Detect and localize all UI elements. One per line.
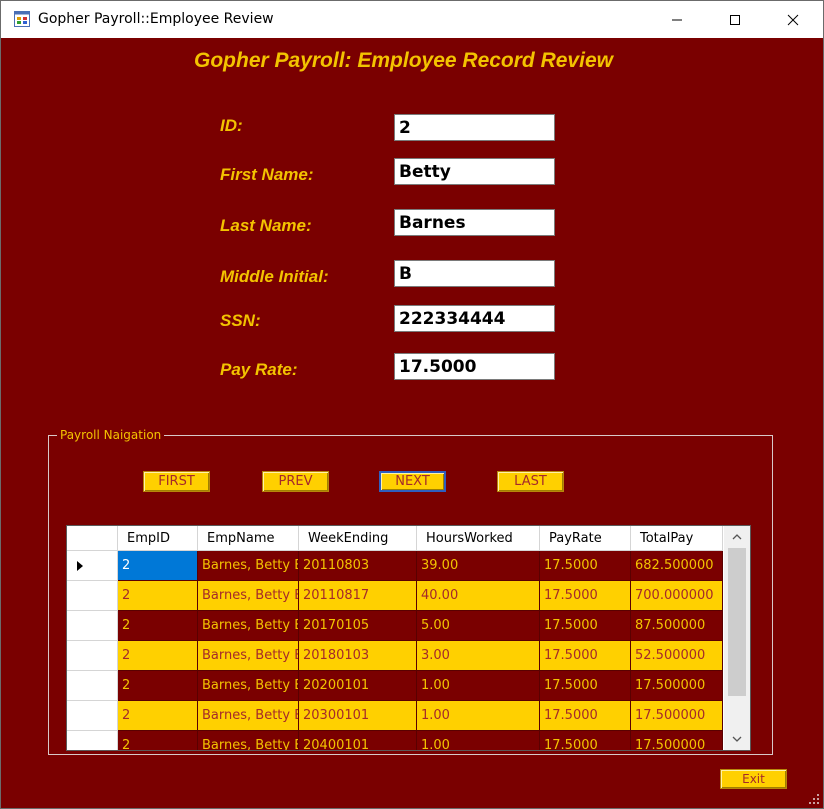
cell-empid[interactable]: 2 — [118, 701, 198, 731]
chevron-up-icon — [732, 534, 742, 540]
row-header[interactable] — [67, 581, 118, 611]
cell-payrate[interactable]: 17.5000 — [540, 641, 631, 671]
cell-hoursworked[interactable]: 1.00 — [417, 731, 540, 750]
form-client-area: Gopher Payroll: Employee Record Review I… — [1, 38, 823, 808]
cell-empname[interactable]: Barnes, Betty B — [198, 551, 299, 581]
cell-empid[interactable]: 2 — [118, 611, 198, 641]
cell-weekending[interactable]: 20200101 — [299, 671, 417, 701]
cell-totalpay[interactable]: 17.500000 — [631, 731, 723, 750]
form-heading: Gopher Payroll: Employee Record Review — [194, 49, 613, 72]
cell-totalpay[interactable]: 17.500000 — [631, 671, 723, 701]
row-header[interactable] — [67, 701, 118, 731]
resize-grip-icon[interactable] — [807, 792, 821, 806]
cell-empid[interactable]: 2 — [118, 551, 198, 581]
last-button[interactable]: LAST — [497, 471, 564, 492]
middle-initial-label: Middle Initial: — [220, 267, 329, 286]
cell-empid[interactable]: 2 — [118, 581, 198, 611]
column-header-totalpay[interactable]: TotalPay — [631, 526, 723, 551]
cell-hoursworked[interactable]: 40.00 — [417, 581, 540, 611]
first-name-label: First Name: — [220, 165, 314, 184]
chevron-down-icon — [732, 736, 742, 742]
cell-payrate[interactable]: 17.5000 — [540, 701, 631, 731]
minimize-icon — [672, 19, 682, 20]
close-button[interactable] — [764, 1, 822, 38]
scroll-up-button[interactable] — [724, 526, 750, 548]
column-header-empid[interactable]: EmpID — [118, 526, 198, 551]
cell-payrate[interactable]: 17.5000 — [540, 551, 631, 581]
pay-rate-field[interactable]: 17.5000 — [394, 353, 555, 380]
column-header-payrate[interactable]: PayRate — [540, 526, 631, 551]
cell-weekending[interactable]: 20110817 — [299, 581, 417, 611]
first-name-field[interactable]: Betty — [394, 158, 555, 185]
cell-totalpay[interactable]: 17.500000 — [631, 701, 723, 731]
id-field[interactable]: 2 — [394, 114, 555, 141]
cell-empname[interactable]: Barnes, Betty B — [198, 611, 299, 641]
cell-payrate[interactable]: 17.5000 — [540, 611, 631, 641]
cell-totalpay[interactable]: 700.000000 — [631, 581, 723, 611]
cell-totalpay[interactable]: 52.500000 — [631, 641, 723, 671]
cell-empname[interactable]: Barnes, Betty B — [198, 581, 299, 611]
last-name-label: Last Name: — [220, 216, 312, 235]
cell-weekending[interactable]: 20400101 — [299, 731, 417, 750]
middle-initial-field[interactable]: B — [394, 260, 555, 287]
prev-button[interactable]: PREV — [262, 471, 329, 492]
exit-button[interactable]: Exit — [720, 769, 787, 789]
row-header[interactable] — [67, 551, 118, 581]
pay-rate-label: Pay Rate: — [220, 360, 298, 379]
scroll-down-button[interactable] — [724, 728, 750, 750]
cell-weekending[interactable]: 20300101 — [299, 701, 417, 731]
cell-empid[interactable]: 2 — [118, 641, 198, 671]
grid-header: EmpID EmpName WeekEnding HoursWorked Pay… — [67, 526, 723, 551]
ssn-field[interactable]: 222334444 — [394, 305, 555, 332]
column-header-weekending[interactable]: WeekEnding — [299, 526, 417, 551]
row-header[interactable] — [67, 671, 118, 701]
row-header[interactable] — [67, 641, 118, 671]
cell-empname[interactable]: Barnes, Betty B — [198, 731, 299, 750]
grid-corner-header[interactable] — [67, 526, 118, 551]
ssn-label: SSN: — [220, 311, 261, 330]
cell-empname[interactable]: Barnes, Betty B — [198, 701, 299, 731]
next-button[interactable]: NEXT — [379, 471, 446, 492]
cell-hoursworked[interactable]: 1.00 — [417, 671, 540, 701]
cell-empname[interactable]: Barnes, Betty B — [198, 641, 299, 671]
first-button[interactable]: FIRST — [143, 471, 210, 492]
cell-weekending[interactable]: 20110803 — [299, 551, 417, 581]
cell-payrate[interactable]: 17.5000 — [540, 671, 631, 701]
cell-totalpay[interactable]: 87.500000 — [631, 611, 723, 641]
grid-vertical-scrollbar[interactable] — [724, 526, 750, 750]
cell-payrate[interactable]: 17.5000 — [540, 731, 631, 750]
cell-hoursworked[interactable]: 1.00 — [417, 701, 540, 731]
last-name-field[interactable]: Barnes — [394, 209, 555, 236]
current-row-arrow-icon — [77, 561, 83, 571]
cell-empid[interactable]: 2 — [118, 671, 198, 701]
app-window: Gopher Payroll::Employee Review Gopher P… — [0, 0, 824, 809]
cell-empname[interactable]: Barnes, Betty B — [198, 671, 299, 701]
cell-hoursworked[interactable]: 3.00 — [417, 641, 540, 671]
scroll-thumb[interactable] — [728, 548, 746, 696]
column-header-hoursworked[interactable]: HoursWorked — [417, 526, 540, 551]
title-bar[interactable]: Gopher Payroll::Employee Review — [1, 1, 823, 38]
cell-weekending[interactable]: 20180103 — [299, 641, 417, 671]
maximize-button[interactable] — [706, 1, 764, 38]
payroll-grid[interactable]: EmpID EmpName WeekEnding HoursWorked Pay… — [66, 525, 751, 751]
payroll-navigation-group-title: Payroll Naigation — [57, 428, 165, 442]
app-icon — [14, 11, 30, 27]
cell-hoursworked[interactable]: 5.00 — [417, 611, 540, 641]
maximize-icon — [730, 14, 740, 25]
cell-totalpay[interactable]: 682.500000 — [631, 551, 723, 581]
row-header[interactable] — [67, 731, 118, 750]
minimize-button[interactable] — [648, 1, 706, 38]
window-title: Gopher Payroll::Employee Review — [38, 11, 274, 27]
cell-hoursworked[interactable]: 39.00 — [417, 551, 540, 581]
close-icon — [787, 14, 799, 25]
cell-weekending[interactable]: 20170105 — [299, 611, 417, 641]
cell-payrate[interactable]: 17.5000 — [540, 581, 631, 611]
column-header-empname[interactable]: EmpName — [198, 526, 299, 551]
row-header[interactable] — [67, 611, 118, 641]
id-label: ID: — [220, 116, 243, 135]
cell-empid[interactable]: 2 — [118, 731, 198, 750]
